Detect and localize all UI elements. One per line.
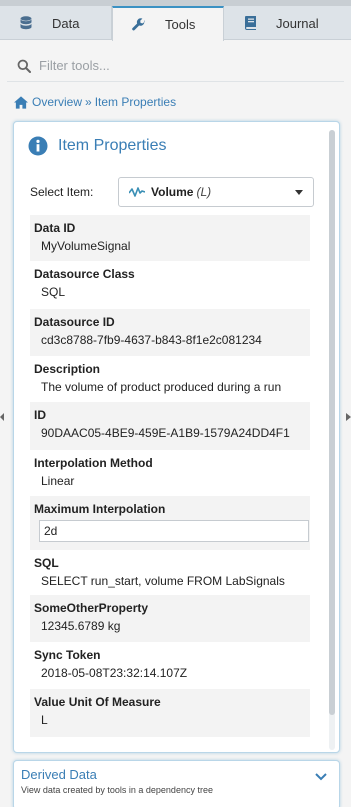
chevron-down-icon — [295, 190, 303, 196]
collapse-right-handle[interactable] — [346, 410, 351, 424]
selected-item-name: Volume — [151, 185, 194, 199]
panel-header: Item Properties — [28, 136, 166, 156]
property-value: 90DAAC05-4BE9-459E-A1B9-1579A24DD4F1 — [41, 426, 290, 440]
property-value: SELECT run_start, volume FROM LabSignals — [41, 574, 285, 588]
property-name: Description — [34, 362, 101, 376]
property-value: The volume of product produced during a … — [41, 380, 282, 394]
filter-tools — [7, 50, 344, 82]
tab-tools[interactable]: Tools — [112, 6, 224, 41]
property-value: L — [41, 713, 48, 727]
chevron-down-icon[interactable] — [315, 773, 327, 781]
search-icon — [17, 59, 31, 73]
property-value: Linear — [41, 474, 75, 488]
property-name: Datasource Class — [34, 267, 135, 281]
panel-scrollbar[interactable] — [329, 130, 335, 750]
property-interpolation-method: Interpolation Method Linear — [30, 450, 310, 496]
property-name: Sync Token — [34, 648, 101, 662]
info-icon — [28, 136, 48, 156]
maximum-interpolation-input[interactable] — [39, 520, 309, 542]
breadcrumb-separator: » — [85, 95, 92, 109]
derived-data-panel[interactable]: Derived Data View data created by tools … — [13, 760, 340, 807]
property-name: Interpolation Method — [34, 456, 153, 470]
property-maximum-interpolation: Maximum Interpolation — [30, 496, 310, 550]
panel-title: Item Properties — [58, 137, 167, 154]
tab-journal[interactable]: Journal — [224, 6, 347, 40]
property-name: Datasource ID — [34, 315, 115, 329]
property-name: SQL — [34, 556, 59, 570]
property-value-unit-of-measure: Value Unit Of Measure L — [30, 689, 310, 737]
derived-data-title: Derived Data — [21, 767, 97, 782]
property-data-id: Data ID MyVolumeSignal — [30, 215, 310, 261]
signal-wave-icon — [129, 186, 145, 198]
select-item-label: Select Item: — [30, 185, 94, 199]
home-icon[interactable] — [14, 95, 28, 109]
selected-item-unit: (L) — [196, 185, 212, 199]
property-value: 2018-05-08T23:32:14.107Z — [41, 666, 188, 680]
tab-data[interactable]: Data — [0, 6, 112, 40]
property-name: Value Unit Of Measure — [34, 695, 161, 709]
breadcrumb: Overview » Item Properties — [14, 94, 176, 110]
property-sync-token: Sync Token 2018-05-08T23:32:14.107Z — [30, 642, 310, 689]
property-name: Data ID — [34, 221, 76, 235]
wrench-icon — [131, 17, 147, 33]
tab-data-label: Data — [52, 15, 80, 31]
properties-list: Data ID MyVolumeSignal Datasource Class … — [30, 215, 310, 737]
item-properties-panel: Item Properties Select Item: Volume (L) … — [13, 121, 340, 753]
property-value: 12345.6789 kg — [41, 619, 121, 633]
breadcrumb-overview-link[interactable]: Overview — [32, 95, 82, 109]
breadcrumb-current: Item Properties — [94, 95, 177, 109]
book-icon — [242, 15, 258, 31]
property-value: SQL — [41, 285, 66, 299]
database-icon — [18, 15, 34, 31]
tab-tools-label: Tools — [165, 17, 196, 32]
property-value: MyVolumeSignal — [41, 239, 131, 253]
property-name: ID — [34, 408, 46, 422]
property-name: SomeOtherProperty — [34, 601, 149, 615]
property-value: cd3c8788-7fb9-4637-b843-8f1e2c081234 — [41, 333, 262, 347]
property-sql: SQL SELECT run_start, volume FROM LabSig… — [30, 550, 310, 595]
derived-data-subtitle: View data created by tools in a dependen… — [21, 785, 213, 795]
property-datasource-id: Datasource ID cd3c8788-7fb9-4637-b843-8f… — [30, 309, 310, 356]
property-description: Description The volume of product produc… — [30, 356, 310, 402]
property-datasource-class: Datasource Class SQL — [30, 261, 310, 309]
filter-tools-input[interactable] — [39, 58, 319, 73]
select-item-dropdown[interactable]: Volume (L) — [118, 177, 314, 207]
panel-scrollbar-thumb[interactable] — [329, 130, 335, 715]
select-item-row: Select Item: Volume (L) — [30, 177, 314, 207]
tab-journal-label: Journal — [276, 15, 319, 31]
property-name: Maximum Interpolation — [34, 502, 166, 516]
property-id: ID 90DAAC05-4BE9-459E-A1B9-1579A24DD4F1 — [30, 402, 310, 450]
collapse-left-handle[interactable] — [0, 410, 4, 424]
property-some-other-property: SomeOtherProperty 12345.6789 kg — [30, 595, 310, 642]
tab-bar: Data Tools Journal — [0, 6, 351, 41]
